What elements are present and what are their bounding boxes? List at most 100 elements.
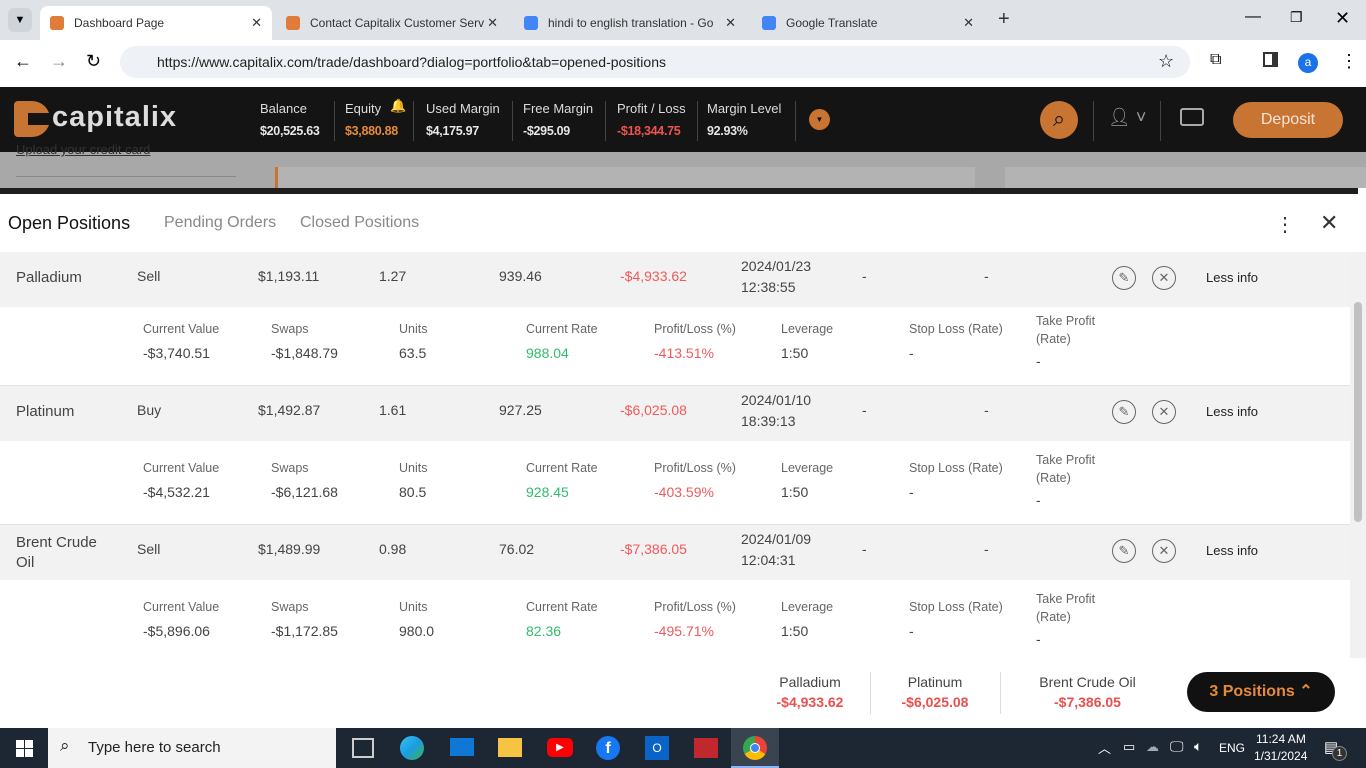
capitalix-logo[interactable]: capitalix xyxy=(14,99,177,139)
extensions-icon[interactable]: ⧉ xyxy=(1210,51,1221,69)
detail-label: Swaps xyxy=(271,461,309,475)
chrome-icon[interactable] xyxy=(731,728,779,768)
new-tab-button[interactable]: + xyxy=(998,8,1010,31)
position-name: Palladium xyxy=(16,269,82,286)
detail-label: Profit/Loss (%) xyxy=(654,322,736,336)
deposit-button[interactable]: Deposit xyxy=(1233,102,1343,138)
taskbar-search[interactable]: ⌕ Type here to search xyxy=(48,728,336,768)
address-bar-row: ← → ↻ https://www.capitalix.com/trade/da… xyxy=(0,40,1366,87)
reload-icon[interactable]: ↻ xyxy=(86,51,101,72)
notification-icon[interactable]: ▤ 1 xyxy=(1324,738,1347,761)
windows-start-icon[interactable] xyxy=(16,740,33,757)
tab-close-icon[interactable]: ✕ xyxy=(725,15,736,31)
edge-icon[interactable] xyxy=(400,736,424,760)
logo-text: capitalix xyxy=(52,100,178,133)
position-take-profit: - xyxy=(984,541,989,557)
close-window-button[interactable]: ✕ xyxy=(1335,8,1350,29)
stat-free-margin: Free Margin -$295.09 xyxy=(523,101,593,138)
profile-avatar[interactable]: a xyxy=(1298,53,1318,73)
stats-expand-button[interactable]: ▼ xyxy=(809,109,830,130)
language-indicator[interactable]: ENG xyxy=(1219,741,1245,755)
less-info-link[interactable]: Less info xyxy=(1206,270,1258,285)
forward-icon[interactable]: → xyxy=(50,51,68,72)
detail-label: Stop Loss (Rate) xyxy=(909,461,1003,475)
restore-button[interactable]: ❐ xyxy=(1290,9,1303,26)
detail-value: -413.51% xyxy=(654,345,714,361)
position-details: Current Value -$5,896.06 Swaps -$1,172.85 Un… xyxy=(0,585,1350,658)
upload-credit-card-link: Upload your credit card xyxy=(16,142,151,157)
tab-list-chevron-icon[interactable]: ▼ xyxy=(8,8,32,32)
detail-value: -$1,848.79 xyxy=(271,345,338,361)
user-menu-icon[interactable]: 👤︎ ˅ xyxy=(1108,107,1146,128)
detail-value: -495.71% xyxy=(654,623,714,639)
close-position-icon[interactable]: ✕ xyxy=(1152,400,1176,424)
less-info-link[interactable]: Less info xyxy=(1206,543,1258,558)
scrollbar-thumb[interactable] xyxy=(1354,302,1362,522)
less-info-link[interactable]: Less info xyxy=(1206,404,1258,419)
tab-close-icon[interactable]: ✕ xyxy=(963,15,974,31)
onedrive-icon[interactable]: ☁ xyxy=(1146,739,1159,755)
edit-icon[interactable]: ✎ xyxy=(1112,539,1136,563)
browser-tab[interactable]: Dashboard Page ✕ xyxy=(40,6,272,40)
tab-close-icon[interactable]: ✕ xyxy=(251,15,262,31)
position-row[interactable]: Platinum Buy $1,492.87 1.61 927.25 -$6,025.08… xyxy=(0,386,1350,441)
bell-icon[interactable]: 🔔 xyxy=(390,98,406,114)
tab-open-positions[interactable]: Open Positions xyxy=(8,213,130,234)
position-row[interactable]: Brent Crude Oil Sell $1,489.99 0.98 76.02 -$7… xyxy=(0,525,1350,580)
scrollbar[interactable] xyxy=(1350,252,1366,658)
detail-label: Leverage xyxy=(781,322,834,336)
browser-tab[interactable]: Google Translate ✕ xyxy=(752,6,984,40)
stat-label: Profit / Loss xyxy=(617,101,686,116)
facebook-icon[interactable]: f xyxy=(596,736,620,760)
browser-menu-icon[interactable]: ⋮ xyxy=(1340,51,1358,72)
close-position-icon[interactable]: ✕ xyxy=(1152,539,1176,563)
browser-tab[interactable]: Contact Capitalix Customer Serv ✕ xyxy=(276,6,508,40)
position-details: Current Value -$4,532.21 Swaps -$6,121.68 Un… xyxy=(0,446,1350,525)
edit-icon[interactable]: ✎ xyxy=(1112,400,1136,424)
chat-icon[interactable] xyxy=(1180,108,1204,126)
stat-value: $20,525.63 xyxy=(260,124,320,138)
detail-label: Current Rate xyxy=(526,600,598,614)
minimize-button[interactable]: — xyxy=(1245,8,1261,26)
browser-tab[interactable]: hindi to english translation - Go ✕ xyxy=(514,6,746,40)
edit-icon[interactable]: ✎ xyxy=(1112,266,1136,290)
youtube-icon[interactable]: ▶ xyxy=(547,738,573,757)
positions-toggle-button[interactable]: 3 Positions ⌃ xyxy=(1187,672,1335,712)
detail-label: Take Profit (Rate) xyxy=(1036,453,1096,485)
back-icon[interactable]: ← xyxy=(14,51,32,72)
summary-pl: -$4,933.62 xyxy=(776,694,844,710)
task-view-icon[interactable] xyxy=(352,738,374,758)
close-position-icon[interactable]: ✕ xyxy=(1152,266,1176,290)
more-options-icon[interactable]: ⋮ xyxy=(1275,212,1295,237)
close-panel-icon[interactable]: ✕ xyxy=(1320,210,1338,236)
mail-icon[interactable] xyxy=(450,738,474,756)
app-icon[interactable] xyxy=(694,738,718,758)
clock-time[interactable]: 11:24 AM xyxy=(1256,732,1306,746)
tab-pending-orders[interactable]: Pending Orders xyxy=(164,214,276,232)
tab-closed-positions[interactable]: Closed Positions xyxy=(300,214,419,232)
tab-title: Contact Capitalix Customer Serv xyxy=(310,16,485,30)
search-button[interactable]: ⌕ xyxy=(1040,101,1078,139)
tray-chevron-icon[interactable]: ︿ xyxy=(1098,738,1111,757)
summary-pl: -$7,386.05 xyxy=(1054,694,1121,710)
detail-value: -$5,896.06 xyxy=(143,623,210,639)
footer-position-summary: Brent Crude Oil -$7,386.05 xyxy=(1010,674,1165,710)
position-lots: 1.61 xyxy=(379,402,407,418)
clock-date[interactable]: 1/31/2024 xyxy=(1254,749,1307,763)
volume-icon[interactable]: 🔈︎ xyxy=(1194,738,1202,755)
tab-title: Google Translate xyxy=(786,16,878,30)
file-explorer-icon[interactable] xyxy=(498,738,522,757)
network-icon[interactable]: 🖵︎ xyxy=(1170,738,1184,755)
detail-label: Take Profit (Rate) xyxy=(1036,592,1096,624)
position-date: 2024/01/10 xyxy=(741,392,812,408)
tab-close-icon[interactable]: ✕ xyxy=(487,15,498,31)
position-row[interactable]: Palladium Sell $1,193.11 1.27 939.46 -$4,933.… xyxy=(0,252,1350,307)
url-input[interactable]: https://www.capitalix.com/trade/dashboar… xyxy=(120,46,1190,78)
detail-label: Leverage xyxy=(781,461,834,475)
bookmark-star-icon[interactable]: ☆ xyxy=(1158,51,1174,72)
positions-footer: Palladium -$4,933.62 Platinum -$6,025.08 Bre… xyxy=(0,658,1366,728)
meet-icon[interactable]: ▭ xyxy=(1123,739,1135,755)
detail-value: 82.36 xyxy=(526,623,562,639)
outlook-icon[interactable]: O xyxy=(645,736,669,760)
sidebar-icon[interactable] xyxy=(1263,52,1278,67)
